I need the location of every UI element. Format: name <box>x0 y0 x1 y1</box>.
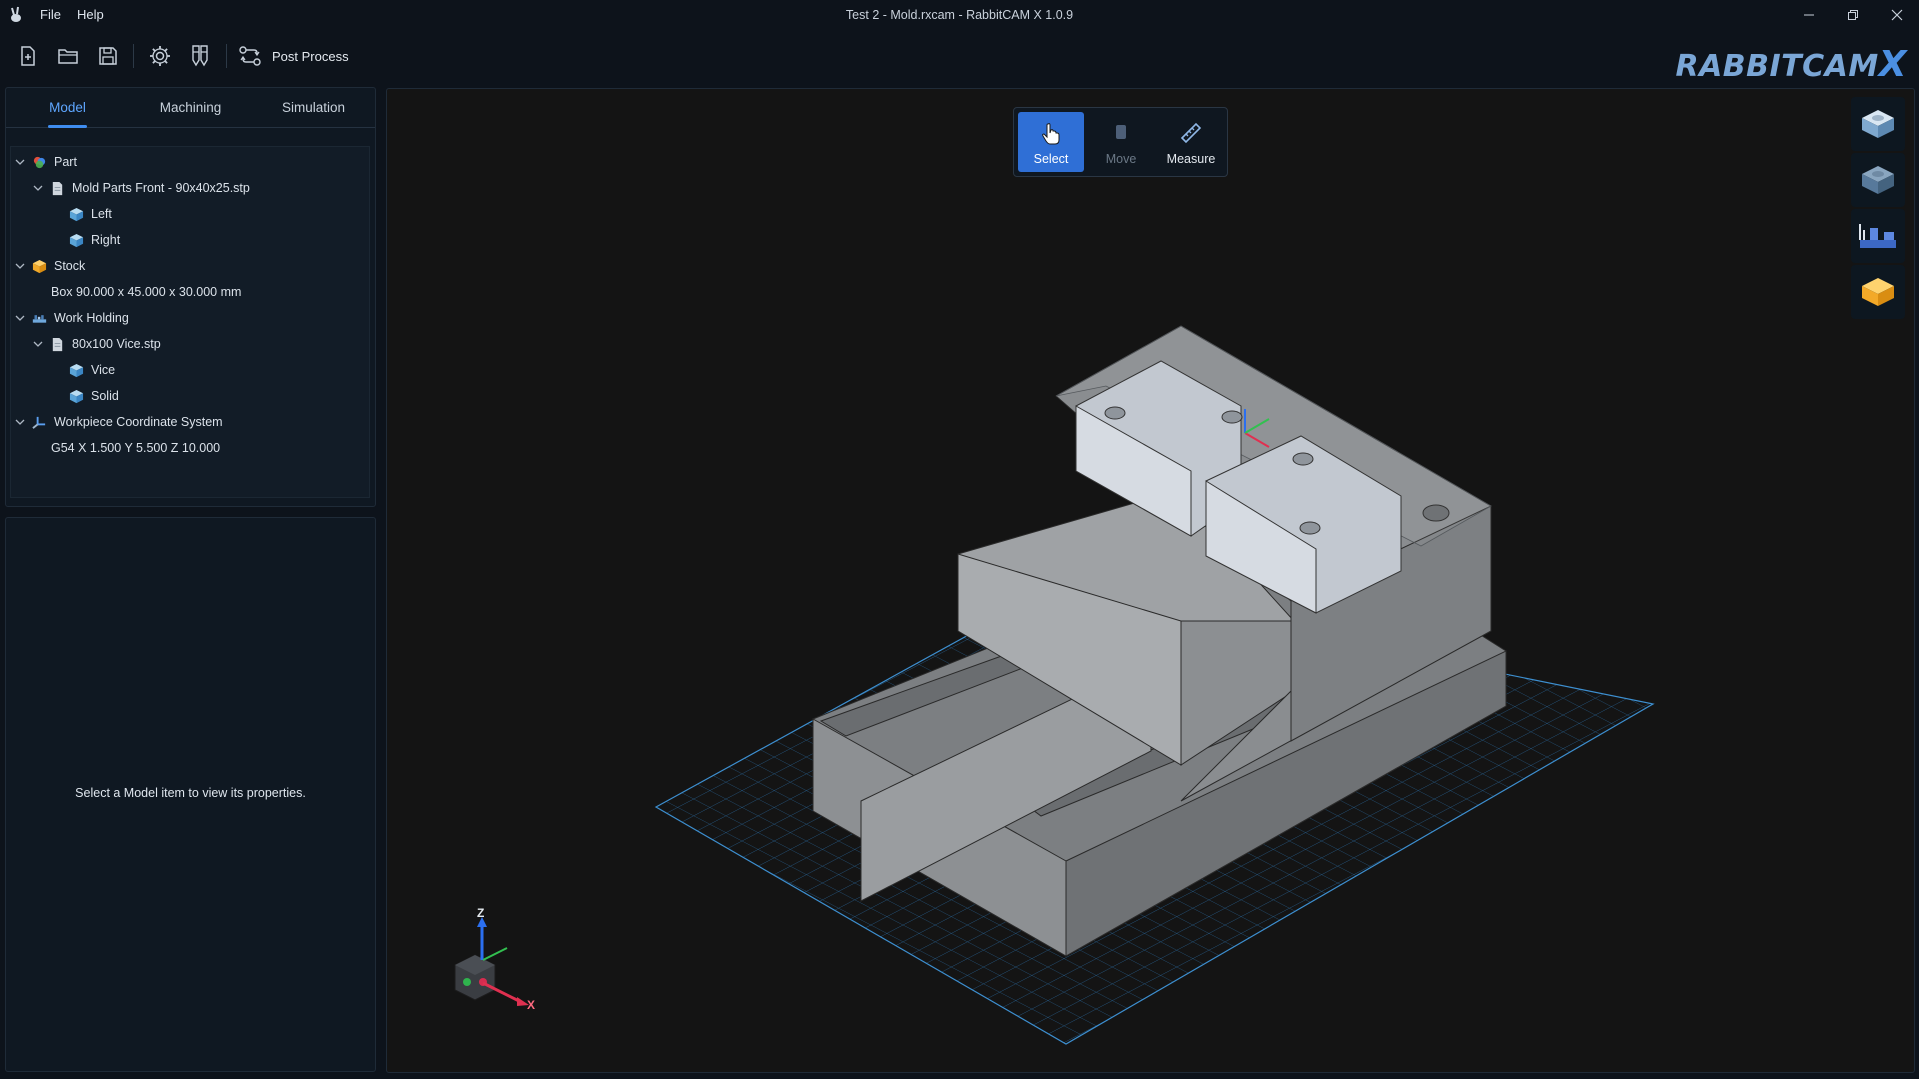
save-button[interactable] <box>92 40 124 72</box>
minimize-icon <box>1804 14 1814 16</box>
view-part-icon <box>1862 110 1894 138</box>
properties-empty-message: Select a Model item to view its properti… <box>75 786 306 800</box>
view-stock-button[interactable] <box>1851 265 1905 319</box>
wcs-values: G54 X 1.500 Y 5.500 Z 10.000 <box>51 441 221 455</box>
solid-body-icon <box>69 233 84 247</box>
tool-library-icon <box>192 45 208 67</box>
main-toolbar: Post Process RABBITCAMX <box>0 30 1919 85</box>
view-vice-button[interactable] <box>1851 209 1905 263</box>
tree-item-stock[interactable]: Stock <box>15 255 85 277</box>
brand-name: RABBITCAM <box>1675 49 1879 84</box>
post-process-button[interactable]: Post Process <box>238 40 349 72</box>
tree-label-stock: Stock <box>54 259 86 273</box>
tab-machining[interactable]: Machining <box>129 88 252 127</box>
tree-item-vice-file[interactable]: 80x100 Vice.stp <box>33 333 161 355</box>
model-tree: Part Mold Parts Front - 90x40x25.stp Lef… <box>10 146 370 498</box>
close-button[interactable] <box>1875 0 1919 30</box>
ruler-icon <box>1180 122 1202 144</box>
measure-tool-button[interactable]: Measure <box>1158 112 1224 172</box>
measure-tool-label: Measure <box>1166 152 1216 166</box>
solid-body-icon <box>69 389 84 403</box>
tree-label-solid: Solid <box>91 389 119 403</box>
tree-item-wcs[interactable]: Workpiece Coordinate System <box>15 411 223 433</box>
rabbit-logo-icon <box>11 6 21 22</box>
tree-item-work-holding[interactable]: Work Holding <box>15 307 129 329</box>
brand-logo: RABBITCAMX <box>1675 44 1907 85</box>
open-folder-icon <box>58 49 78 64</box>
tab-simulation[interactable]: Simulation <box>252 88 375 127</box>
tree-label-right: Right <box>91 233 121 247</box>
part-icon <box>33 156 46 168</box>
restore-button[interactable] <box>1831 0 1875 30</box>
tab-model[interactable]: Model <box>6 88 129 128</box>
pointer-hand-icon <box>1042 123 1060 145</box>
save-icon <box>99 47 117 65</box>
solid-body-icon <box>69 207 84 221</box>
new-file-button[interactable] <box>12 40 44 72</box>
chevron-down-icon[interactable] <box>15 261 25 271</box>
menu-help[interactable]: Help <box>77 7 104 22</box>
tree-label-wcs: Workpiece Coordinate System <box>54 415 223 429</box>
axis-triad[interactable]: Z X <box>445 905 545 1015</box>
view-part-dark-button[interactable] <box>1851 153 1905 207</box>
tree-label-part: Part <box>54 155 77 169</box>
title-bar: File Help Test 2 - Mold.rxcam - RabbitCA… <box>0 0 1919 30</box>
tree-label-vice-file: 80x100 Vice.stp <box>72 337 161 351</box>
tool-library-button[interactable] <box>184 40 216 72</box>
x-axis-label: X <box>527 998 535 1012</box>
settings-icon <box>150 46 170 66</box>
tree-label-vice: Vice <box>91 363 116 377</box>
chevron-down-icon[interactable] <box>15 157 25 167</box>
vice-icon <box>32 314 47 323</box>
move-tool-button[interactable]: Move <box>1088 112 1154 172</box>
tree-label-left: Left <box>91 207 112 221</box>
tree-item-left[interactable]: Left <box>69 203 112 225</box>
file-icon <box>52 181 63 195</box>
model-scene[interactable] <box>387 89 1915 1073</box>
brand-suffix: X <box>1878 44 1907 85</box>
chevron-down-icon[interactable] <box>33 183 43 193</box>
tree-item-part[interactable]: Part <box>15 151 77 173</box>
view-stock-icon <box>1862 278 1894 306</box>
view-part-dark-icon <box>1862 166 1894 194</box>
move-block-icon <box>1116 125 1126 139</box>
file-icon <box>52 337 63 351</box>
tree-item-solid[interactable]: Solid <box>69 385 119 407</box>
select-tool-label: Select <box>1033 152 1069 166</box>
post-process-label: Post Process <box>272 48 349 64</box>
stock-dimensions: Box 90.000 x 45.000 x 30.000 mm <box>51 285 242 299</box>
tree-item-vice[interactable]: Vice <box>69 359 115 381</box>
viewport-tool-strip: Select Move Measure <box>1013 107 1228 177</box>
z-axis-label: Z <box>477 906 484 920</box>
coordinate-system-icon <box>32 416 46 429</box>
restore-icon <box>1848 10 1858 20</box>
select-tool-button[interactable]: Select <box>1018 112 1084 172</box>
tree-label-part-file: Mold Parts Front - 90x40x25.stp <box>72 181 250 195</box>
view-vice-icon <box>1859 224 1896 248</box>
tree-item-wcs-detail[interactable]: G54 X 1.500 Y 5.500 Z 10.000 <box>51 437 220 459</box>
settings-button[interactable] <box>144 40 176 72</box>
open-file-button[interactable] <box>52 40 84 72</box>
solid-body-icon <box>69 363 84 377</box>
tree-item-part-file[interactable]: Mold Parts Front - 90x40x25.stp <box>33 177 250 199</box>
tree-item-stock-detail[interactable]: Box 90.000 x 45.000 x 30.000 mm <box>51 281 241 303</box>
chevron-down-icon[interactable] <box>15 417 25 427</box>
view-part-button[interactable] <box>1851 97 1905 151</box>
chevron-down-icon[interactable] <box>15 313 25 323</box>
menu-file[interactable]: File <box>40 7 61 22</box>
window-title: Test 2 - Mold.rxcam - RabbitCAM X 1.0.9 <box>845 8 1074 22</box>
tree-item-right[interactable]: Right <box>69 229 120 251</box>
close-icon <box>1891 9 1903 21</box>
minimize-button[interactable] <box>1787 0 1831 30</box>
left-tabs: Model Machining Simulation <box>6 88 375 128</box>
tree-label-work-holding: Work Holding <box>54 311 129 325</box>
post-process-icon <box>239 46 261 66</box>
new-file-icon <box>21 46 35 66</box>
move-tool-label: Move <box>1105 152 1137 166</box>
stock-icon <box>32 259 47 273</box>
menu-bar: File Help <box>40 7 104 22</box>
chevron-down-icon[interactable] <box>33 339 43 349</box>
3d-viewport[interactable] <box>386 88 1915 1073</box>
